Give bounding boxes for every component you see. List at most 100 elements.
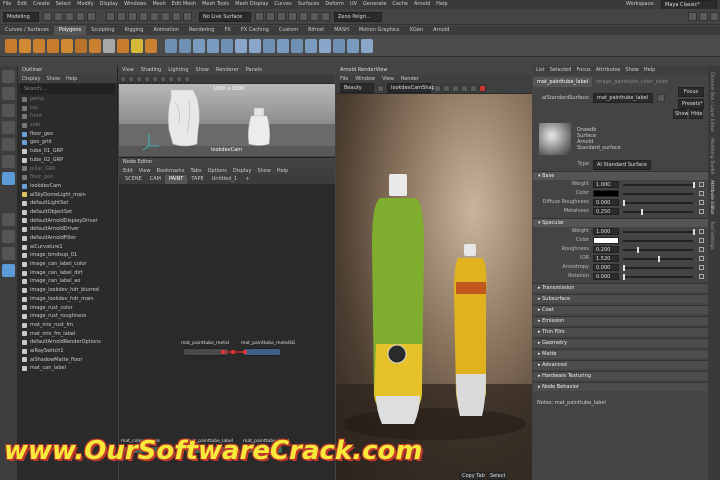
lasso-tool-icon[interactable]: [2, 87, 15, 100]
poly-plane-icon[interactable]: [75, 38, 87, 53]
collapsed-section[interactable]: ▸ Node Behavior: [533, 382, 708, 391]
boolean-icon[interactable]: [207, 38, 219, 53]
specular-field-slider[interactable]: [623, 228, 695, 235]
target-weld-icon[interactable]: [305, 38, 317, 53]
poly-cone-icon[interactable]: [47, 38, 59, 53]
ae-node-tab-label[interactable]: mat_painttube_label: [533, 77, 593, 87]
camera-icon[interactable]: [120, 76, 126, 82]
shelf-tab-custom[interactable]: Custom: [274, 26, 303, 35]
collapsed-section[interactable]: ▸ Emission: [533, 316, 708, 325]
shelf-tab-polygons[interactable]: Polygons: [53, 26, 87, 35]
poly-type-icon[interactable]: [131, 38, 143, 53]
redo-icon[interactable]: [87, 12, 96, 21]
ne-menu-bookmarks[interactable]: Bookmarks: [157, 167, 185, 175]
collapsed-section[interactable]: ▸ Transmission: [533, 283, 708, 292]
scale-tool-icon[interactable]: [2, 155, 15, 168]
outliner-item[interactable]: defaultArnoldRenderOptions: [18, 338, 117, 347]
copy-tab-button[interactable]: Copy Tab: [459, 472, 485, 480]
shelf-tab-fx[interactable]: FX: [220, 26, 236, 35]
section-specular[interactable]: ▾ Specular: [533, 218, 708, 227]
rotate-tool-icon[interactable]: [2, 138, 15, 151]
viewport-scene[interactable]: 1800 x 1800 lookdevCam: [119, 84, 335, 156]
map-button-icon[interactable]: [699, 274, 704, 279]
rv-menu-window[interactable]: Window: [355, 75, 375, 83]
poly-sphere-icon[interactable]: [5, 38, 17, 53]
refresh-icon[interactable]: [377, 84, 384, 92]
sidebar-tab-attribute-editor[interactable]: Attribute Editor: [709, 180, 714, 215]
base-color-slider[interactable]: [623, 192, 693, 195]
smooth-shade-icon[interactable]: [136, 76, 142, 82]
ae-node-tab-image[interactable]: image_painttube_color_color: [592, 77, 672, 87]
map-button-icon[interactable]: [699, 256, 704, 261]
render-region-icon[interactable]: [443, 84, 450, 92]
sidebar-tab-tool-settings[interactable]: Tool Settings: [709, 221, 714, 250]
collapsed-section[interactable]: ▸ Geometry: [533, 338, 708, 347]
menu-create[interactable]: Create: [30, 0, 53, 9]
ne-menu-help[interactable]: Help: [277, 167, 288, 175]
planar-map-icon[interactable]: [347, 38, 359, 53]
save-scene-icon[interactable]: [65, 12, 74, 21]
poly-cylinder-icon[interactable]: [33, 38, 45, 53]
type-select[interactable]: AI Standard Surface: [593, 159, 651, 170]
input-port[interactable]: [243, 350, 247, 354]
outliner-item[interactable]: image_can_label_ao: [18, 277, 117, 286]
slider-handle[interactable]: [693, 228, 695, 235]
menu-file[interactable]: File: [0, 0, 14, 9]
menu-modify[interactable]: Modify: [74, 0, 97, 9]
bridge-icon[interactable]: [249, 38, 261, 53]
select-button[interactable]: Select: [487, 472, 507, 480]
poly-torus-icon[interactable]: [61, 38, 73, 53]
menu-arnold[interactable]: Arnold: [411, 0, 433, 9]
shelf-tab-arnold[interactable]: Arnold: [428, 26, 454, 35]
map-button-icon[interactable]: [699, 182, 704, 187]
render-settings-icon[interactable]: [288, 12, 297, 21]
map-button-icon[interactable]: [699, 247, 704, 252]
mid-port[interactable]: [231, 350, 235, 354]
specular-field-value[interactable]: 1.000: [593, 228, 619, 235]
viewport-menu-view[interactable]: View: [122, 66, 134, 75]
smooth-icon[interactable]: [193, 38, 205, 53]
lights-icon[interactable]: [152, 76, 158, 82]
outliner-item[interactable]: image_rust_color: [18, 304, 117, 313]
shelf-tab-fx-caching[interactable]: FX Caching: [236, 26, 274, 35]
menu-select[interactable]: Select: [53, 0, 74, 9]
menu-mesh-display[interactable]: Mesh Display: [232, 0, 271, 9]
outliner-item[interactable]: image_lookdev_hdr_blurred: [18, 286, 117, 295]
color-channels-icon[interactable]: [461, 84, 468, 92]
menu-mesh[interactable]: Mesh: [149, 0, 168, 9]
layout-custom-icon[interactable]: [2, 264, 15, 277]
collapsed-section[interactable]: ▸ Hardware Texturing: [533, 371, 708, 380]
map-button-icon[interactable]: [699, 238, 704, 243]
outliner-item[interactable]: lookdevCam: [18, 182, 117, 191]
map-button-icon[interactable]: [699, 265, 704, 270]
collapsed-section[interactable]: ▸ Matte: [533, 349, 708, 358]
ne-menu-show[interactable]: Show: [257, 167, 271, 175]
uv-editor-icon[interactable]: [333, 38, 345, 53]
base-color-swatch[interactable]: [593, 190, 619, 197]
focus-button[interactable]: Focus: [678, 87, 704, 97]
hide-button[interactable]: Hide: [689, 109, 703, 119]
base-field-value[interactable]: 0.000: [593, 199, 619, 206]
history-icon[interactable]: [255, 12, 264, 21]
snap-curve-icon[interactable]: [150, 12, 159, 21]
outliner-item[interactable]: image_can_label_color: [18, 260, 117, 269]
specular-field-slider[interactable]: [623, 273, 693, 280]
render-image[interactable]: [336, 94, 532, 480]
shelf-tab-mash[interactable]: MASH: [329, 26, 354, 35]
viewport-menu-show[interactable]: Show: [195, 66, 209, 75]
map-button-icon[interactable]: [699, 191, 704, 196]
outliner-item[interactable]: tube_02_GRP: [18, 156, 117, 165]
outliner-item[interactable]: top: [18, 104, 117, 113]
isolate-icon[interactable]: [176, 76, 182, 82]
menu-deform[interactable]: Deform: [322, 0, 347, 9]
viewport-menu-panels[interactable]: Panels: [246, 66, 262, 75]
snap-grid-icon[interactable]: [139, 12, 148, 21]
slider-handle[interactable]: [640, 208, 643, 215]
specular-field-slider[interactable]: [623, 264, 693, 271]
outliner-item[interactable]: defaultLightSet: [18, 199, 117, 208]
node-bottom-1[interactable]: [123, 446, 163, 454]
shadows-icon[interactable]: [160, 76, 166, 82]
outliner-item[interactable]: floor_geo: [18, 130, 117, 139]
menu-mesh-tools[interactable]: Mesh Tools: [199, 0, 232, 9]
mode-select[interactable]: Modeling: [3, 11, 39, 22]
